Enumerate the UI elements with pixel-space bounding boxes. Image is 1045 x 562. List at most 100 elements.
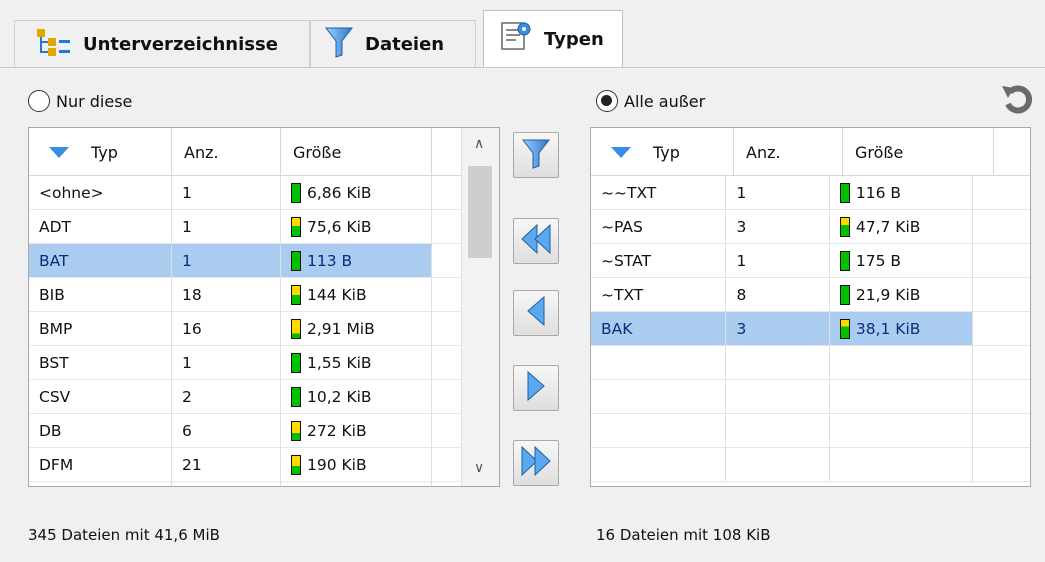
table-row[interactable]: DFM 21 190 KiB bbox=[29, 448, 499, 482]
cell-anz: 3 bbox=[726, 312, 830, 346]
table-row[interactable]: CSV 2 10,2 KiB bbox=[29, 380, 499, 414]
size-bar-fill bbox=[292, 217, 300, 236]
radio-alle-ausser[interactable]: Alle außer bbox=[596, 90, 705, 112]
right-type-list[interactable]: Typ Anz. Größe ~~TXT 1 116 B ~PAS 3 47,7 KiB ~… bbox=[590, 127, 1031, 487]
radio-label: Nur diese bbox=[56, 91, 133, 111]
cell-anz: 8 bbox=[726, 278, 830, 312]
cell-typ: BAT bbox=[29, 244, 172, 278]
cell-anz: 7 bbox=[172, 482, 281, 486]
cell-anz: 1 bbox=[172, 346, 281, 380]
empty-row bbox=[591, 346, 1030, 380]
cell-groesse: 10,2 KiB bbox=[281, 380, 432, 414]
cell-groesse: 38,1 KiB bbox=[829, 312, 973, 346]
table-row[interactable]: ~PAS 3 47,7 KiB bbox=[591, 210, 1030, 244]
size-text: 190 KiB bbox=[307, 455, 367, 474]
empty-cell bbox=[726, 346, 830, 380]
spacer-cell bbox=[972, 278, 1030, 312]
cell-groesse: 21,9 KiB bbox=[829, 278, 973, 312]
table-row[interactable]: BAT 1 113 B bbox=[29, 244, 499, 278]
size-bar-fill bbox=[840, 183, 849, 202]
size-bar-fill bbox=[292, 183, 300, 202]
move-all-left-button[interactable] bbox=[513, 218, 559, 264]
table-row[interactable]: ~STAT 1 175 B bbox=[591, 244, 1030, 278]
size-bar-fill bbox=[840, 285, 849, 304]
cell-anz: 1 bbox=[726, 244, 830, 278]
size-bar bbox=[839, 216, 850, 237]
column-header-anz[interactable]: Anz. bbox=[734, 128, 843, 176]
cell-groesse: 190 KiB bbox=[281, 448, 432, 482]
column-header-groesse[interactable]: Größe bbox=[843, 128, 994, 176]
move-right-button[interactable] bbox=[513, 365, 559, 411]
empty-row bbox=[591, 448, 1030, 482]
empty-cell bbox=[591, 380, 727, 414]
cell-anz: 1 bbox=[172, 210, 281, 244]
cell-groesse: 116 B bbox=[829, 176, 973, 210]
cell-typ: DOC bbox=[29, 482, 172, 486]
cell-typ: ~TXT bbox=[591, 278, 727, 312]
table-row[interactable]: ~TXT 8 21,9 KiB bbox=[591, 278, 1030, 312]
arrow-right-icon bbox=[524, 370, 548, 406]
cell-anz: 16 bbox=[172, 312, 281, 346]
tab-label: Typen bbox=[544, 29, 604, 50]
left-type-list[interactable]: Typ Anz. Größe <ohne> 1 6,86 KiB ADT 1 75,6 K… bbox=[28, 127, 500, 487]
spacer-cell bbox=[972, 176, 1030, 210]
size-bar bbox=[291, 182, 301, 203]
column-label: Größe bbox=[293, 142, 342, 162]
size-bar-fill bbox=[292, 251, 300, 270]
size-bar bbox=[839, 250, 850, 271]
tab-typen[interactable]: Typen bbox=[483, 10, 623, 68]
radio-nur-diese[interactable]: Nur diese bbox=[28, 90, 132, 112]
size-bar-fill bbox=[292, 285, 300, 304]
table-row[interactable]: DB 6 272 KiB bbox=[29, 414, 499, 448]
tab-dateien[interactable]: Dateien bbox=[310, 20, 476, 68]
cell-anz: 2 bbox=[172, 380, 281, 414]
empty-cell bbox=[591, 448, 727, 482]
table-row[interactable]: DOC7183 KiB bbox=[29, 482, 499, 486]
cell-typ: BST bbox=[29, 346, 172, 380]
column-header-typ[interactable]: Typ bbox=[591, 128, 734, 176]
move-left-button[interactable] bbox=[513, 290, 559, 336]
radio-circle bbox=[28, 90, 50, 112]
column-label: Größe bbox=[855, 142, 904, 162]
table-row[interactable]: BMP 16 2,91 MiB bbox=[29, 312, 499, 346]
tab-unterverzeichnisse[interactable]: Unterverzeichnisse bbox=[14, 20, 310, 68]
empty-cell bbox=[591, 414, 727, 448]
table-row[interactable]: BST 1 1,55 KiB bbox=[29, 346, 499, 380]
scroll-thumb[interactable] bbox=[468, 166, 492, 258]
cell-groesse: 175 B bbox=[829, 244, 973, 278]
cell-anz: 3 bbox=[726, 210, 830, 244]
size-text: 47,7 KiB bbox=[855, 217, 921, 236]
move-all-right-button[interactable] bbox=[513, 440, 559, 486]
spacer-cell bbox=[972, 210, 1030, 244]
filter-button[interactable] bbox=[513, 132, 559, 178]
cell-groesse: 113 B bbox=[281, 244, 432, 278]
table-row[interactable]: BAK 3 38,1 KiB bbox=[591, 312, 1030, 346]
undo-icon[interactable] bbox=[1000, 80, 1036, 116]
sort-arrow-icon bbox=[611, 146, 631, 158]
cell-anz: 1 bbox=[172, 176, 281, 210]
cell-groesse: 183 KiB bbox=[281, 482, 432, 486]
cell-groesse: 6,86 KiB bbox=[281, 176, 432, 210]
cell-typ: ~PAS bbox=[591, 210, 727, 244]
table-row[interactable]: <ohne> 1 6,86 KiB bbox=[29, 176, 499, 210]
table-row[interactable]: ~~TXT 1 116 B bbox=[591, 176, 1030, 210]
table-row[interactable]: ADT 1 75,6 KiB bbox=[29, 210, 499, 244]
size-bar bbox=[291, 386, 301, 407]
spacer-cell bbox=[972, 346, 1030, 380]
empty-cell bbox=[829, 380, 973, 414]
scroll-down-icon[interactable]: ∨ bbox=[474, 460, 484, 476]
cell-typ: ~~TXT bbox=[591, 176, 727, 210]
scrollbar[interactable]: ∧ ∨ bbox=[461, 128, 499, 486]
column-header-anz[interactable]: Anz. bbox=[172, 128, 281, 176]
column-header-typ[interactable]: Typ bbox=[29, 128, 172, 176]
empty-cell bbox=[726, 414, 830, 448]
table-row[interactable]: BIB 18 144 KiB bbox=[29, 278, 499, 312]
cell-anz: 18 bbox=[172, 278, 281, 312]
size-bar bbox=[839, 284, 850, 305]
scroll-up-icon[interactable]: ∧ bbox=[474, 136, 484, 152]
size-bar-fill bbox=[840, 251, 849, 270]
tab-label: Unterverzeichnisse bbox=[83, 34, 278, 55]
size-text: 10,2 KiB bbox=[307, 387, 372, 406]
cell-anz: 1 bbox=[726, 176, 830, 210]
column-header-groesse[interactable]: Größe bbox=[281, 128, 432, 176]
